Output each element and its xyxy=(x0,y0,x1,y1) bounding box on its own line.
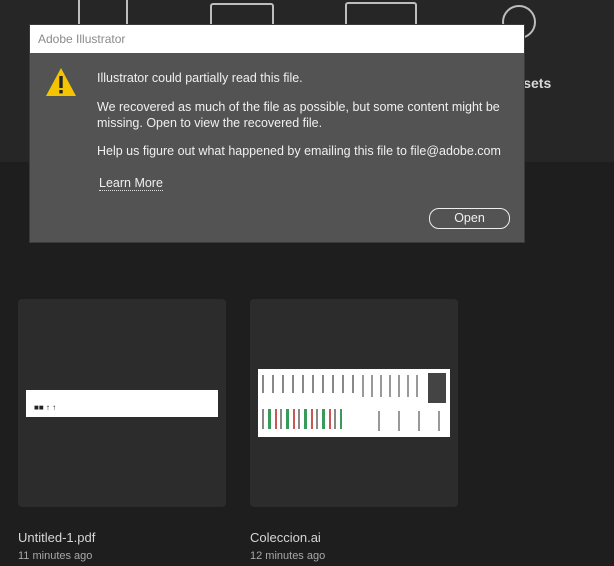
dialog-title: Adobe Illustrator xyxy=(30,25,524,53)
recent-file-card[interactable]: ■■ ↑ ↑ xyxy=(18,299,226,507)
file-name[interactable]: Untitled-1.pdf xyxy=(18,530,95,545)
file-name[interactable]: Coleccion.ai xyxy=(250,530,321,545)
recent-file-card[interactable] xyxy=(250,299,458,507)
warning-icon xyxy=(46,68,76,96)
file-time: 11 minutes ago xyxy=(18,550,93,562)
file-thumbnail xyxy=(258,369,450,437)
dialog-body: We recovered as much of the file as poss… xyxy=(97,100,500,130)
file-thumbnail: ■■ ↑ ↑ xyxy=(26,390,218,417)
dialog-heading: Illustrator could partially read this fi… xyxy=(97,71,303,85)
learn-more-link[interactable]: Learn More xyxy=(99,176,163,191)
recovery-dialog: Adobe Illustrator Illustrator could part… xyxy=(30,25,524,242)
open-button[interactable]: Open xyxy=(429,208,510,229)
file-time: 12 minutes ago xyxy=(250,550,326,562)
dialog-help: Help us figure out what happened by emai… xyxy=(97,144,501,158)
